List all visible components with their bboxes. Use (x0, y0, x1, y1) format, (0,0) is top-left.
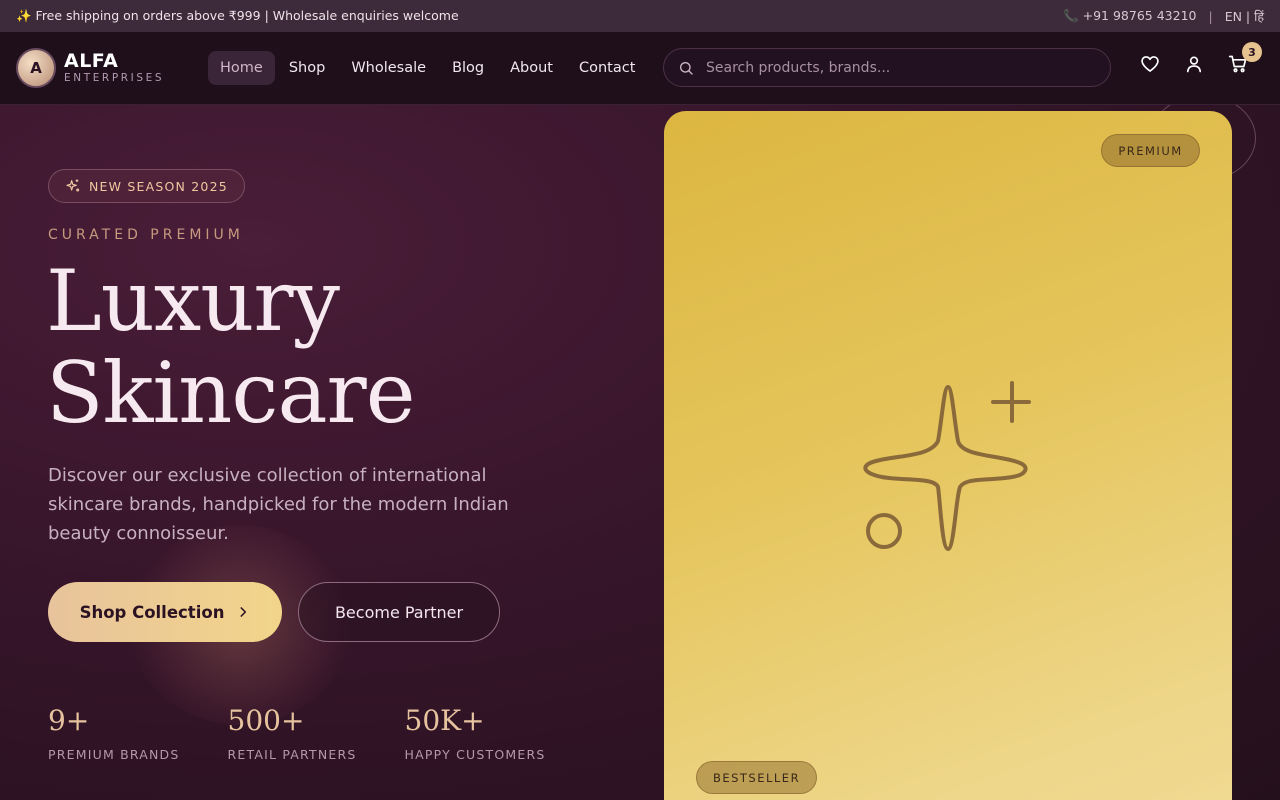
hero-stats: 9+ PREMIUM BRANDS 500+ RETAIL PARTNERS 5… (48, 703, 593, 762)
stat-label: PREMIUM BRANDS (48, 747, 180, 762)
stat-value: 50K+ (404, 704, 485, 737)
logo-mark: A (16, 48, 56, 88)
nav-home[interactable]: Home (208, 51, 275, 85)
stat-label: RETAIL PARTNERS (227, 747, 357, 762)
nav-wholesale[interactable]: Wholesale (339, 51, 438, 85)
chevron-right-icon (240, 607, 247, 617)
hero-title-line1: Luxury (46, 252, 340, 350)
site-header: A ALFA ENTERPRISES Home Shop Wholesale B… (0, 32, 1280, 105)
account-button[interactable] (1184, 54, 1204, 74)
become-partner-button[interactable]: Become Partner (298, 582, 500, 642)
hero-eyebrow: CURATED PREMIUM (48, 227, 244, 243)
wishlist-button[interactable] (1140, 54, 1160, 74)
stat-partners: 500+ RETAIL PARTNERS (228, 703, 357, 762)
shop-collection-button[interactable]: Shop Collection (48, 582, 282, 642)
nav-blog[interactable]: Blog (440, 51, 496, 85)
phone-number[interactable]: 📞 +91 98765 43210 (1063, 8, 1196, 24)
hero-section: NEW SEASON 2025 CURATED PREMIUM Luxury S… (0, 105, 1280, 800)
nav-shop[interactable]: Shop (277, 51, 337, 85)
header-actions: 3 (1140, 42, 1262, 74)
search-icon (680, 61, 693, 75)
logo-text: ALFA ENTERPRISES (64, 51, 164, 85)
stat-customers: 50K+ HAPPY CUSTOMERS (405, 703, 546, 762)
nav-about[interactable]: About (498, 51, 565, 85)
announcement-bar: ✨ Free shipping on orders above ₹999 | W… (0, 0, 1280, 32)
topbar-separator: | (1208, 8, 1213, 24)
season-tag: NEW SEASON 2025 (48, 169, 245, 203)
sparkles-icon (66, 179, 80, 192)
search-bar (663, 48, 1111, 87)
user-icon (1186, 56, 1202, 73)
shop-collection-label: Shop Collection (79, 602, 225, 622)
cart-button[interactable]: 3 (1228, 42, 1262, 74)
main-nav: Home Shop Wholesale Blog About Contact (208, 51, 647, 85)
hero-description: Discover our exclusive collection of int… (48, 465, 509, 544)
brand-subtitle: ENTERPRISES (64, 72, 165, 84)
stat-value: 500+ (227, 704, 305, 737)
premium-badge: PREMIUM (1101, 134, 1200, 167)
logo[interactable]: A ALFA ENTERPRISES (16, 48, 208, 88)
search-input[interactable] (706, 59, 1086, 76)
bestseller-badge: BESTSELLER (696, 761, 817, 794)
nav-contact[interactable]: Contact (567, 51, 647, 85)
hero-title: Luxury Skincare (46, 252, 415, 442)
brand-name: ALFA (64, 50, 119, 72)
product-showcase-card[interactable]: PREMIUM BESTSELLER (664, 111, 1232, 800)
stat-label: HAPPY CUSTOMERS (404, 747, 546, 762)
language-switcher[interactable]: EN | हिं (1225, 8, 1264, 25)
season-tag-label: NEW SEASON 2025 (89, 178, 228, 194)
announcement-text: ✨ Free shipping on orders above ₹999 | W… (16, 8, 459, 23)
hero-title-line2: Skincare (46, 344, 415, 442)
heart-icon (1141, 56, 1159, 72)
stat-value: 9+ (48, 704, 90, 737)
stat-brands: 9+ PREMIUM BRANDS (48, 703, 180, 762)
sparkle-icon (863, 381, 1031, 551)
topbar-right: 📞 +91 98765 43210 | EN | हिं (1063, 8, 1264, 25)
cart-count-badge: 3 (1242, 42, 1262, 62)
